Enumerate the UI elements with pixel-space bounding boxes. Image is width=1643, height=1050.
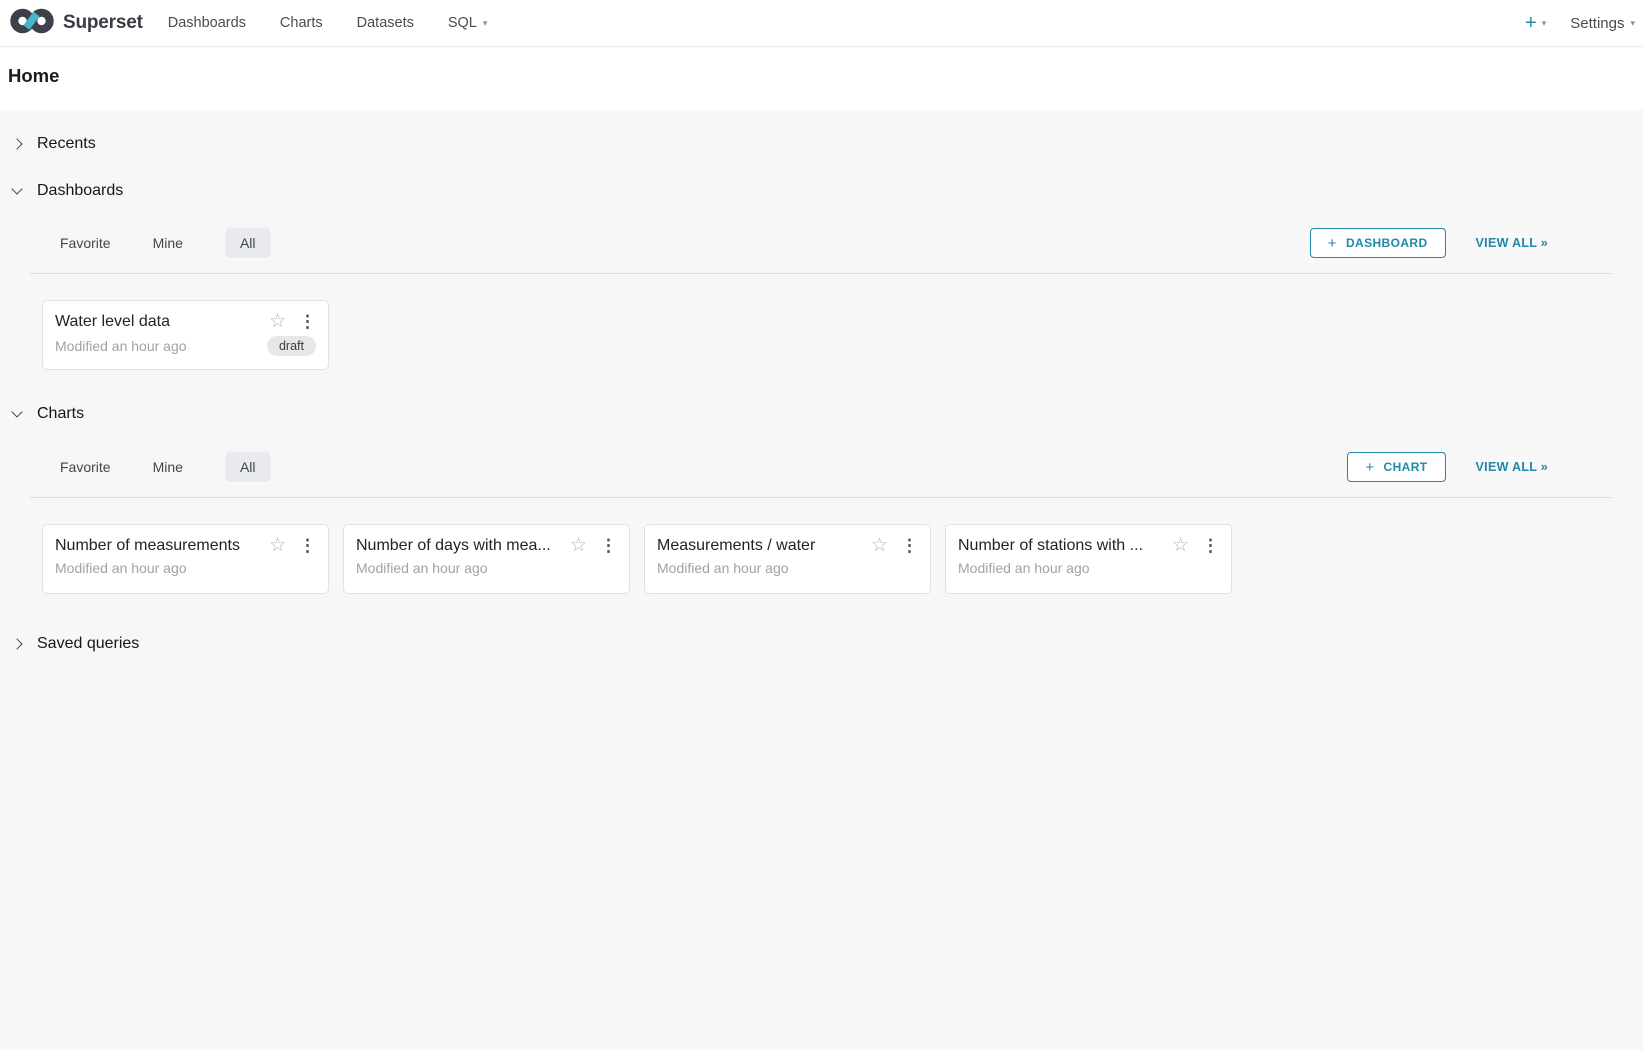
nav-datasets-label: Datasets — [357, 15, 414, 31]
modified-timestamp: Modified an hour ago — [356, 560, 617, 576]
chevron-down-icon — [10, 407, 24, 421]
new-chart-button[interactable]: + CHART — [1347, 452, 1445, 482]
section-recents-label: Recents — [37, 135, 96, 153]
chart-card[interactable]: Number of days with mea... ☆ ⋮ Modified … — [343, 524, 630, 594]
plus-icon: + — [1365, 459, 1374, 476]
tab-mine[interactable]: Mine — [153, 452, 183, 482]
favorite-star-icon[interactable]: ☆ — [269, 536, 286, 555]
nav-charts[interactable]: Charts — [280, 15, 323, 31]
superset-infinity-icon — [9, 6, 55, 41]
kebab-menu-icon[interactable]: ⋮ — [1202, 537, 1219, 554]
card-header: Number of stations with ... ☆ ⋮ — [958, 536, 1219, 555]
kebab-menu-icon[interactable]: ⋮ — [600, 537, 617, 554]
charts-filter-tabs: Favorite Mine All — [60, 452, 271, 482]
dashboards-controls: Favorite Mine All + DASHBOARD VIEW ALL » — [0, 228, 1643, 258]
dashboards-view-all-link[interactable]: VIEW ALL » — [1476, 236, 1548, 250]
charts-actions: + CHART VIEW ALL » — [1347, 452, 1548, 482]
new-chart-label: CHART — [1384, 460, 1428, 474]
kebab-menu-icon[interactable]: ⋮ — [299, 313, 316, 330]
favorite-star-icon[interactable]: ☆ — [871, 536, 888, 555]
card-footer: Modified an hour ago — [657, 560, 918, 576]
card-header: Number of measurements ☆ ⋮ — [55, 536, 316, 555]
caret-down-icon: ▾ — [1630, 19, 1635, 28]
tab-favorite[interactable]: Favorite — [60, 228, 111, 258]
nav-sql-menu[interactable]: SQL ▾ — [448, 15, 488, 31]
card-footer: Modified an hour ago — [958, 560, 1219, 576]
dashboard-cards-row: Water level data ☆ ⋮ Modified an hour ag… — [42, 300, 329, 370]
tab-mine[interactable]: Mine — [153, 228, 183, 258]
nav-sql-label: SQL — [448, 15, 477, 31]
card-footer: Modified an hour ago — [55, 560, 316, 576]
section-saved-queries-label: Saved queries — [37, 635, 139, 653]
modified-timestamp: Modified an hour ago — [55, 338, 267, 354]
divider — [30, 273, 1612, 274]
nav-datasets[interactable]: Datasets — [357, 15, 414, 31]
chart-card[interactable]: Measurements / water ☆ ⋮ Modified an hou… — [644, 524, 931, 594]
tab-all[interactable]: All — [225, 452, 271, 482]
new-dashboard-label: DASHBOARD — [1346, 236, 1428, 250]
modified-timestamp: Modified an hour ago — [55, 560, 316, 576]
page-header: Home — [0, 47, 1643, 110]
modified-timestamp: Modified an hour ago — [958, 560, 1219, 576]
section-dashboards-label: Dashboards — [37, 182, 123, 200]
section-saved-queries-toggle[interactable]: Saved queries — [10, 635, 139, 653]
favorite-star-icon[interactable]: ☆ — [570, 536, 587, 555]
charts-controls: Favorite Mine All + CHART VIEW ALL » — [0, 452, 1643, 482]
plus-icon: + — [1328, 235, 1337, 252]
chevron-right-icon — [10, 637, 24, 651]
charts-view-all-link[interactable]: VIEW ALL » — [1476, 460, 1548, 474]
dashboard-card-title[interactable]: Water level data — [55, 313, 261, 331]
section-charts-label: Charts — [37, 405, 84, 423]
top-navbar: Superset Dashboards Charts Datasets SQL … — [0, 0, 1643, 47]
navbar-right: + ▾ Settings ▾ — [1525, 13, 1643, 33]
page-title: Home — [8, 65, 59, 87]
superset-home-page: Superset Dashboards Charts Datasets SQL … — [0, 0, 1643, 1050]
favorite-star-icon[interactable]: ☆ — [269, 312, 286, 331]
home-content: Recents Dashboards Favorite Mine All + D… — [0, 110, 1643, 1050]
nav-dashboards[interactable]: Dashboards — [168, 15, 246, 31]
chevron-right-icon — [10, 137, 24, 151]
status-badge: draft — [267, 336, 316, 356]
new-item-menu[interactable]: + ▾ — [1525, 13, 1546, 33]
favorite-star-icon[interactable]: ☆ — [1172, 536, 1189, 555]
chart-cards-row: Number of measurements ☆ ⋮ Modified an h… — [42, 524, 1232, 594]
divider — [30, 497, 1612, 498]
chevron-down-icon — [10, 184, 24, 198]
card-header: Water level data ☆ ⋮ — [55, 312, 316, 331]
card-header: Measurements / water ☆ ⋮ — [657, 536, 918, 555]
nav-dashboards-label: Dashboards — [168, 15, 246, 31]
nav-links: Dashboards Charts Datasets SQL ▾ — [168, 15, 488, 31]
section-dashboards-toggle[interactable]: Dashboards — [10, 182, 123, 200]
modified-timestamp: Modified an hour ago — [657, 560, 918, 576]
chart-card[interactable]: Number of stations with ... ☆ ⋮ Modified… — [945, 524, 1232, 594]
tab-favorite[interactable]: Favorite — [60, 452, 111, 482]
chart-card-title[interactable]: Number of measurements — [55, 537, 261, 555]
dashboards-actions: + DASHBOARD VIEW ALL » — [1310, 228, 1548, 258]
dashboards-filter-tabs: Favorite Mine All — [60, 228, 271, 258]
tab-all[interactable]: All — [225, 228, 271, 258]
settings-menu[interactable]: Settings ▾ — [1570, 15, 1635, 32]
settings-label: Settings — [1570, 15, 1624, 32]
new-dashboard-button[interactable]: + DASHBOARD — [1310, 228, 1446, 258]
section-recents-toggle[interactable]: Recents — [10, 135, 96, 153]
brand-name: Superset — [63, 12, 143, 34]
chart-card-title[interactable]: Number of stations with ... — [958, 537, 1164, 555]
nav-charts-label: Charts — [280, 15, 323, 31]
section-charts-toggle[interactable]: Charts — [10, 405, 84, 423]
card-footer: Modified an hour ago draft — [55, 336, 316, 356]
superset-logo[interactable]: Superset — [0, 6, 143, 41]
caret-down-icon: ▾ — [1542, 19, 1547, 28]
chart-card-title[interactable]: Measurements / water — [657, 537, 863, 555]
kebab-menu-icon[interactable]: ⋮ — [901, 537, 918, 554]
kebab-menu-icon[interactable]: ⋮ — [299, 537, 316, 554]
plus-icon: + — [1525, 13, 1537, 33]
dashboard-card[interactable]: Water level data ☆ ⋮ Modified an hour ag… — [42, 300, 329, 370]
card-footer: Modified an hour ago — [356, 560, 617, 576]
chart-card-title[interactable]: Number of days with mea... — [356, 537, 562, 555]
chart-card[interactable]: Number of measurements ☆ ⋮ Modified an h… — [42, 524, 329, 594]
caret-down-icon: ▾ — [483, 19, 488, 28]
card-header: Number of days with mea... ☆ ⋮ — [356, 536, 617, 555]
